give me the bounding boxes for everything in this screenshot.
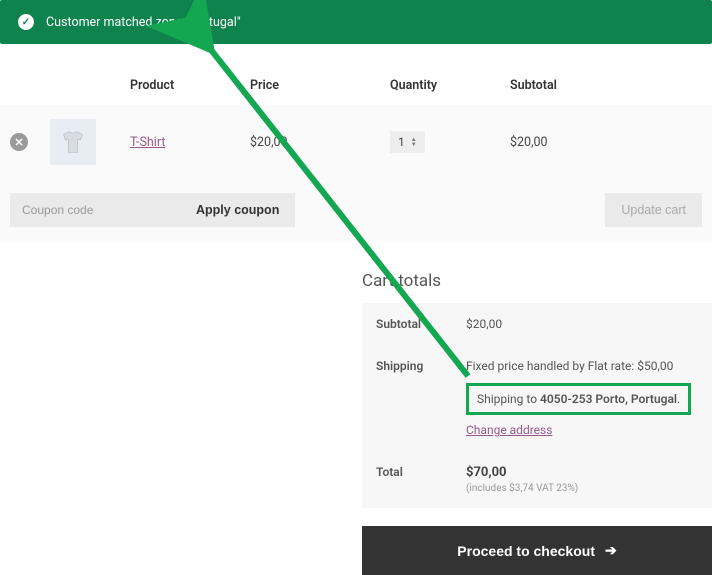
shipping-destination-box: Shipping to 4050-253 Porto, Portugal. — [466, 383, 691, 415]
tshirt-icon — [58, 127, 88, 157]
col-price: Price — [240, 66, 380, 105]
subtotal-value: $20,00 — [466, 317, 698, 331]
checkmark-icon: ✓ — [18, 14, 34, 30]
col-subtotal: Subtotal — [500, 66, 712, 105]
update-cart-button[interactable]: Update cart — [605, 193, 702, 227]
shipping-method: Fixed price handled by Flat rate: $50,00 — [466, 359, 698, 373]
item-price: $20,00 — [240, 105, 380, 179]
quantity-stepper[interactable]: 1 ▲▼ — [390, 131, 425, 153]
product-link[interactable]: T-Shirt — [130, 135, 165, 150]
subtotal-label: Subtotal — [376, 317, 466, 331]
shipping-to-suffix: . — [677, 392, 680, 406]
arrow-right-icon: ➔ — [605, 542, 617, 559]
col-product: Product — [120, 66, 240, 105]
cart-table-wrap: Product Price Quantity Subtotal ✕ — [0, 66, 712, 241]
product-thumbnail[interactable] — [50, 119, 96, 165]
vat-note: (includes $3,74 VAT 23%) — [466, 483, 698, 494]
total-value: $70,00 — [466, 465, 698, 480]
total-label: Total — [376, 465, 466, 494]
qty-value: 1 — [398, 135, 405, 149]
col-quantity: Quantity — [380, 66, 500, 105]
checkout-label: Proceed to checkout — [457, 543, 595, 559]
cart-row: ✕ T-Shirt $20,00 1 — [0, 105, 712, 179]
change-address-link[interactable]: Change address — [466, 423, 552, 437]
cart-totals-heading: Cart totals — [362, 271, 712, 291]
remove-item-button[interactable]: ✕ — [10, 133, 28, 151]
notice-text: Customer matched zone "Portugal" — [46, 15, 241, 30]
stepper-arrows-icon[interactable]: ▲▼ — [411, 137, 417, 147]
item-subtotal: $20,00 — [500, 105, 712, 179]
shipping-label: Shipping — [376, 359, 466, 373]
shipping-to-address: 4050-253 Porto, Portugal — [540, 392, 677, 406]
success-notice: ✓ Customer matched zone "Portugal" — [0, 0, 712, 44]
proceed-to-checkout-button[interactable]: Proceed to checkout ➔ — [362, 526, 712, 575]
shipping-to-prefix: Shipping to — [477, 392, 540, 406]
cart-totals: Cart totals Subtotal $20,00 Shipping Fix… — [362, 271, 712, 575]
apply-coupon-button[interactable]: Apply coupon — [180, 193, 295, 227]
coupon-input[interactable] — [10, 193, 180, 227]
